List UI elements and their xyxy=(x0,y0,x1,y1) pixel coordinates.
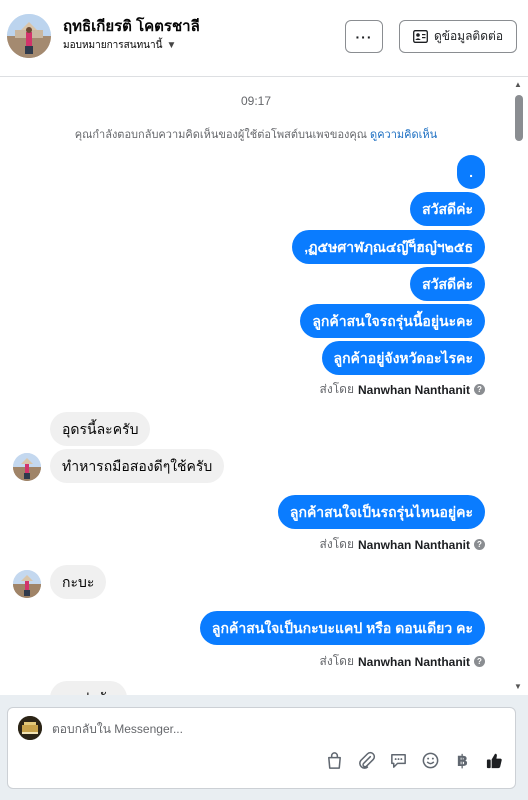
outgoing-message[interactable]: ลูกค้าสนใจเป็นกะบะแคป หรือ ดอนเดียว คะ xyxy=(199,611,485,645)
conversation-header: ฤทธิเกียรติ โคตรชาลี มอบหมายการสนทนานี้ … xyxy=(0,0,528,77)
help-icon[interactable]: ? xyxy=(474,656,485,667)
help-icon[interactable]: ? xyxy=(474,384,485,395)
message-thread: 09:17 คุณกำลังตอบกลับความคิดเห็นของผู้ใช… xyxy=(0,78,512,695)
saved-reply-icon[interactable] xyxy=(388,750,409,771)
outgoing-message[interactable]: ลูกค้าสนใจรถรุ่นนี้อยู่นะคะ xyxy=(300,304,485,338)
user-avatar[interactable] xyxy=(7,14,51,58)
reply-input[interactable] xyxy=(52,720,472,738)
like-icon[interactable] xyxy=(484,750,505,771)
outgoing-message[interactable]: ,ฏ๕ษศาฬฦณ๔ญ๊ฯ็ฮญ๋ฯ๒๕ธ xyxy=(292,230,485,264)
outgoing-message[interactable]: ลูกค้าสนใจเป็นรถรุ่นไหนอยู่คะ xyxy=(277,495,485,529)
incoming-message[interactable]: ทำหารถมือสองดีๆใช้ครับ xyxy=(50,449,225,483)
assign-conversation-dropdown[interactable]: มอบหมายการสนทนานี้ ▼ xyxy=(63,38,176,53)
message-timestamp: 09:17 xyxy=(240,94,272,108)
composer-area: ฿ xyxy=(0,695,528,800)
emoji-icon[interactable] xyxy=(420,750,441,771)
outgoing-message[interactable]: . xyxy=(457,155,485,189)
sent-by-label: ส่งโดย Nanwhan Nanthanit ? xyxy=(320,535,485,554)
reply-composer: ฿ xyxy=(7,707,516,789)
baht-icon[interactable]: ฿ xyxy=(452,750,473,771)
incoming-message[interactable]: กะบะ xyxy=(50,565,107,599)
sent-by-prefix: ส่งโดย xyxy=(319,654,354,668)
sender-avatar[interactable] xyxy=(13,453,41,481)
assign-label: มอบหมายการสนทนานี้ xyxy=(63,40,163,51)
outgoing-message[interactable]: ลูกค้าอยู่จังหวัดอะไรคะ xyxy=(321,341,485,375)
composer-toolbar: ฿ xyxy=(324,750,505,771)
chevron-down-icon: ▼ xyxy=(166,40,177,51)
incoming-message[interactable]: แคปครับ xyxy=(50,681,128,695)
incoming-message[interactable]: อุดรนี้ละครับ xyxy=(50,412,151,446)
user-name[interactable]: ฤทธิเกียรติ โคตรชาลี xyxy=(63,14,200,38)
view-contact-label: ดูข้อมูลติดต่อ xyxy=(433,29,504,43)
sender-name: Nanwhan Nanthanit xyxy=(357,654,470,669)
messenger-conversation: ฤทธิเกียรติ โคตรชาลี มอบหมายการสนทนานี้ … xyxy=(0,0,528,800)
help-icon[interactable]: ? xyxy=(474,539,485,550)
scroll-down-arrow[interactable]: ▼ xyxy=(514,682,522,691)
page-avatar xyxy=(18,716,42,740)
sender-avatar[interactable] xyxy=(13,570,41,598)
outgoing-message[interactable]: สวัสดีค่ะ xyxy=(410,192,485,226)
sent-by-prefix: ส่งโดย xyxy=(319,537,354,551)
more-options-button[interactable]: ··· xyxy=(345,20,383,53)
context-text: คุณกำลังตอบกลับความคิดเห็นของผู้ใช้ต่อโพ… xyxy=(74,129,367,141)
sent-by-label: ส่งโดย Nanwhan Nanthanit ? xyxy=(320,652,485,671)
paperclip-icon[interactable] xyxy=(356,750,377,771)
view-contact-button[interactable]: ดูข้อมูลติดต่อ xyxy=(399,20,517,53)
outgoing-message[interactable]: สวัสดีค่ะ xyxy=(410,267,485,301)
sent-by-prefix: ส่งโดย xyxy=(319,382,354,396)
scroll-up-arrow[interactable]: ▲ xyxy=(514,80,522,89)
contact-card-icon xyxy=(413,30,428,43)
shopping-bag-icon[interactable] xyxy=(324,750,345,771)
scrollbar-thumb[interactable] xyxy=(515,95,523,141)
sender-name: Nanwhan Nanthanit xyxy=(357,537,470,552)
sender-name: Nanwhan Nanthanit xyxy=(357,382,470,397)
reply-context-notice: คุณกำลังตอบกลับความคิดเห็นของผู้ใช้ต่อโพ… xyxy=(0,125,512,143)
sent-by-label: ส่งโดย Nanwhan Nanthanit ? xyxy=(320,380,485,399)
view-comment-link[interactable]: ดูความคิดเห็น xyxy=(370,129,437,141)
